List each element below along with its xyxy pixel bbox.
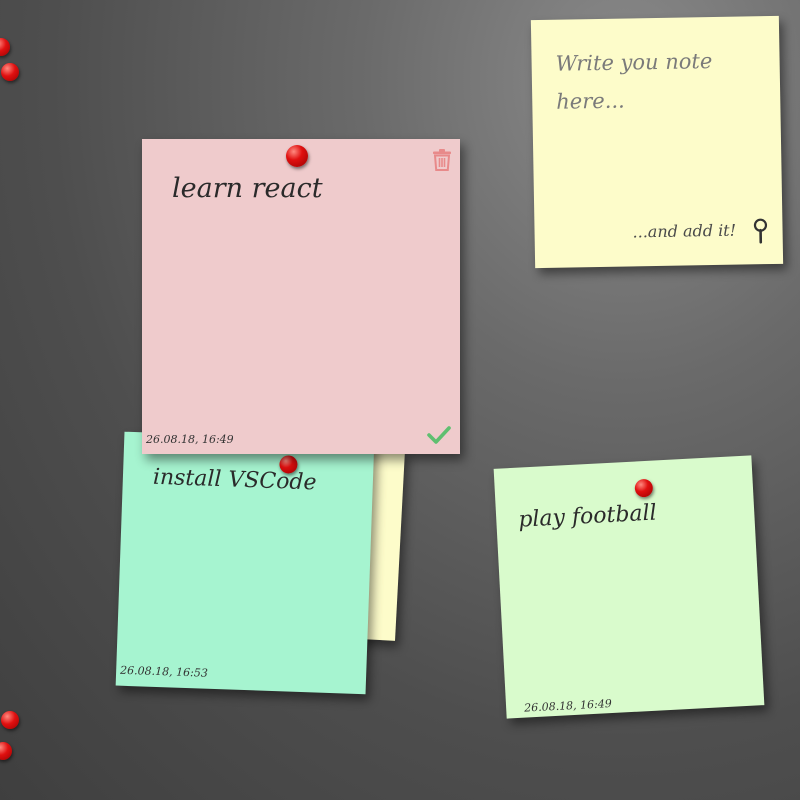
- check-icon[interactable]: [427, 426, 451, 444]
- add-note-label[interactable]: ...and add it!: [632, 221, 736, 242]
- note-card-install-vscode[interactable]: install VSCode 26.08.18, 16:53: [115, 431, 375, 695]
- note-card-learn-react[interactable]: learn react 26.08.18, 16:49: [142, 139, 460, 454]
- note-card-play-football[interactable]: play football 26.08.18, 16:49: [493, 455, 765, 719]
- corkboard: Write you note here... ...and add it! in…: [0, 0, 800, 800]
- note-date: 26.08.18, 16:49: [146, 433, 234, 446]
- note-text[interactable]: install VSCode: [153, 465, 317, 496]
- note-pin: [286, 145, 308, 167]
- note-text[interactable]: play football: [518, 500, 658, 532]
- new-note-card[interactable]: Write you note here... ...and add it!: [530, 15, 784, 269]
- trash-icon[interactable]: [432, 149, 452, 171]
- edge-pin-top-1: [0, 38, 10, 56]
- note-pin: [634, 478, 654, 498]
- note-text[interactable]: learn react: [172, 173, 323, 204]
- edge-pin-bottom-2: [0, 742, 12, 760]
- pin-icon[interactable]: [753, 218, 768, 244]
- new-note-placeholder-line2[interactable]: here...: [556, 89, 625, 114]
- edge-pin-bottom-1: [1, 711, 19, 729]
- note-date: 26.08.18, 16:49: [523, 697, 613, 715]
- edge-pin-top-2: [1, 63, 19, 81]
- note-date: 26.08.18, 16:53: [119, 663, 209, 680]
- new-note-placeholder-line1[interactable]: Write you note: [555, 49, 712, 76]
